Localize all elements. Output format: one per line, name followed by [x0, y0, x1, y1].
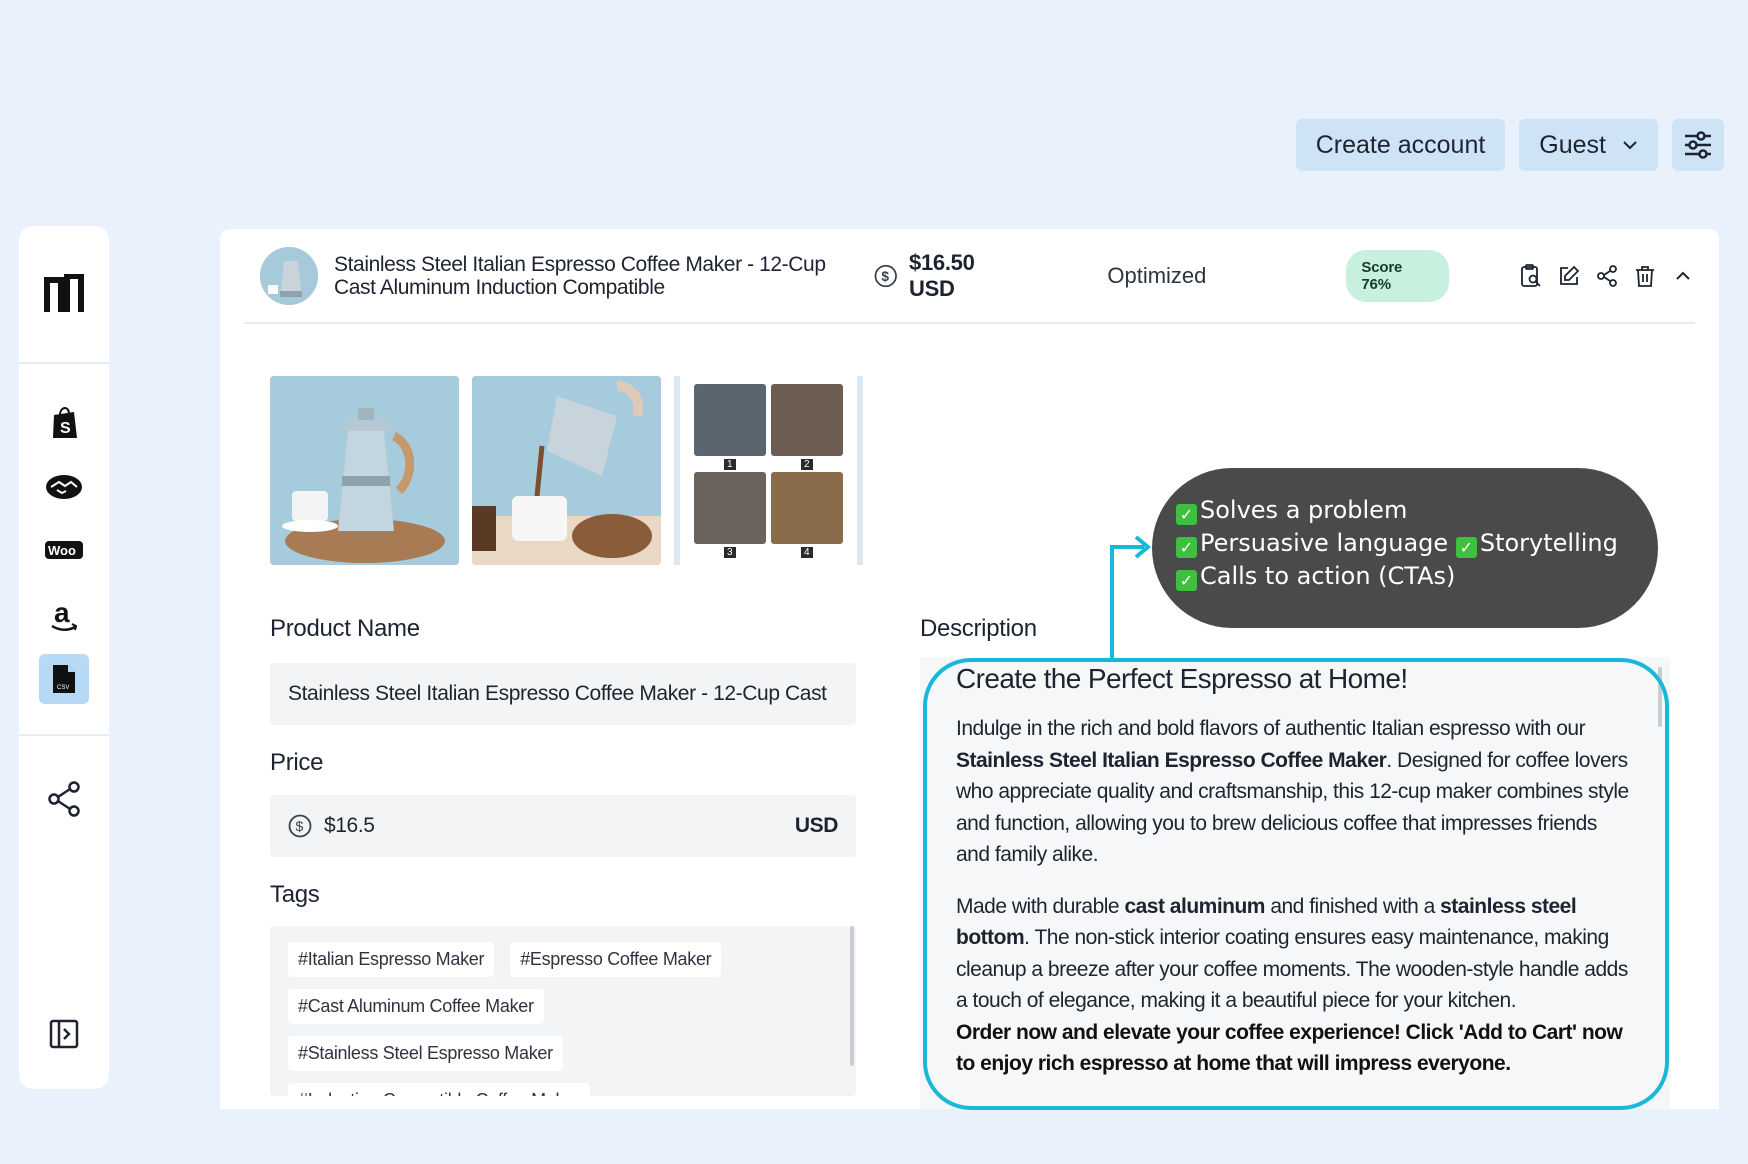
product-panel: Stainless Steel Italian Espresso Coffee …: [220, 229, 1719, 1109]
collage-cell: 2: [771, 384, 843, 470]
currency-label: USD: [794, 814, 839, 837]
tags-list: #Italian Espresso Maker #Espresso Coffee…: [288, 942, 808, 1096]
guest-dropdown[interactable]: Guest: [1519, 119, 1658, 171]
score-badge: Score 76%: [1346, 249, 1450, 302]
header-price-value: $16.50 USD: [909, 249, 975, 301]
tags-label: Tags: [270, 881, 320, 908]
sliders-icon: [1685, 131, 1711, 159]
create-account-button[interactable]: Create account: [1295, 119, 1506, 171]
chevron-down-icon: [1623, 141, 1637, 150]
description-paragraph-1: Indulge in the rich and bold flavors of …: [956, 717, 1629, 866]
svg-text:$: $: [296, 818, 304, 834]
header-price: $ $16.50 USD: [874, 250, 1024, 302]
settings-sliders-button[interactable]: [1672, 119, 1724, 171]
share-button[interactable]: [1595, 264, 1619, 288]
description-cta: Order now and elevate your coffee experi…: [956, 1020, 1623, 1076]
sidebar-item-shopify[interactable]: S: [39, 398, 89, 448]
checkmark-icon: ✓: [1455, 537, 1477, 558]
edit-icon: [1560, 265, 1580, 285]
sidebar-collapse-button[interactable]: [39, 1009, 89, 1059]
dollar-circle-icon: $: [874, 264, 897, 287]
description-heading: Create the Perfect Espresso at Home!: [956, 663, 1408, 694]
clipboard-search-icon: [1521, 263, 1541, 287]
description-paragraph-2: Made with durable cast aluminum and fini…: [956, 894, 1628, 1013]
svg-text:S: S: [60, 420, 71, 437]
callout-arrow: [1110, 535, 1152, 659]
product-gallery: 1 2 3 4: [270, 376, 863, 565]
description-editor[interactable]: Create the Perfect Espresso at Home! Ind…: [920, 657, 1670, 1109]
sidebar-item-woocommerce[interactable]: Woo: [39, 526, 89, 576]
top-bar: Create account Guest: [1295, 119, 1724, 171]
callout-line-3: ✓ Calls to action (CTAs): [1176, 560, 1634, 593]
description-scrollbar[interactable]: [1658, 667, 1662, 727]
panel-expand-icon: [49, 1019, 79, 1049]
collage-step-number: 3: [724, 547, 736, 558]
tag-chip[interactable]: #Cast Aluminum Coffee Maker: [288, 989, 544, 1024]
sidebar-item-share[interactable]: [39, 774, 89, 824]
price-value: $16.5: [324, 814, 375, 837]
description-label: Description: [920, 615, 1037, 642]
svg-text:Woo: Woo: [48, 543, 76, 558]
product-image-1[interactable]: [270, 376, 459, 565]
checkmark-icon: ✓: [1176, 570, 1197, 591]
review-button[interactable]: [1519, 263, 1543, 288]
tag-chip[interactable]: #Italian Espresso Maker: [288, 942, 495, 977]
tag-chip[interactable]: #Stainless Steel Espresso Maker: [288, 1036, 563, 1071]
amazon-icon: a: [51, 598, 78, 631]
edit-button[interactable]: [1557, 264, 1581, 288]
logo-icon: [44, 274, 84, 312]
callout-line-1: ✓ Solves a problem: [1176, 494, 1634, 527]
delete-button[interactable]: [1633, 264, 1657, 288]
checkmark-icon: ✓: [1176, 504, 1197, 525]
collage-cell: 1: [694, 384, 766, 470]
product-header[interactable]: Stainless Steel Italian Espresso Coffee …: [244, 229, 1695, 324]
collage-step-number: 2: [801, 459, 813, 470]
share-icon: [1597, 264, 1617, 287]
collage-step-number: 4: [801, 547, 813, 558]
sidebar-item-handshake[interactable]: [39, 462, 89, 512]
product-thumbnail: [260, 246, 318, 305]
price-label: Price: [270, 749, 324, 776]
sidebar: S Woo a CSV: [19, 226, 109, 1089]
tags-scrollbar[interactable]: [850, 926, 854, 1066]
svg-text:a: a: [54, 598, 70, 628]
shopify-icon: S: [53, 406, 77, 438]
sidebar-share-section: [39, 736, 89, 824]
product-name-input[interactable]: Stainless Steel Italian Espresso Coffee …: [270, 663, 856, 725]
handshake-icon: [46, 475, 82, 499]
app-logo[interactable]: [19, 226, 109, 364]
product-image-3-collage[interactable]: 1 2 3 4: [674, 376, 863, 565]
tag-chip[interactable]: #Espresso Coffee Maker: [510, 942, 722, 977]
svg-text:CSV: CSV: [57, 685, 69, 691]
checkmark-icon: ✓: [1176, 537, 1197, 558]
sidebar-integrations: S Woo a CSV: [19, 364, 109, 736]
product-title: Stainless Steel Italian Espresso Coffee …: [334, 252, 826, 299]
product-name-label: Product Name: [270, 615, 420, 642]
collage-cell: 4: [771, 472, 843, 558]
collage-step-number: 1: [724, 459, 736, 470]
woo-icon: Woo: [45, 541, 83, 559]
dollar-circle-icon: $: [288, 814, 312, 838]
collage-cell: 3: [694, 472, 766, 558]
feature-callout: ✓ Solves a problem ✓ Persuasive language ✓…: [1152, 468, 1658, 628]
collapse-button[interactable]: [1671, 264, 1695, 288]
callout-line-2: ✓ Persuasive language ✓ Storytelling: [1176, 527, 1634, 560]
sidebar-item-amazon[interactable]: a: [39, 590, 89, 640]
price-input[interactable]: $ $16.5 USD: [270, 795, 856, 857]
csv-file-icon: CSV: [53, 665, 75, 693]
share-icon: [48, 781, 80, 817]
tags-box[interactable]: #Italian Espresso Maker #Espresso Coffee…: [270, 926, 856, 1096]
trash-icon: [1636, 265, 1655, 287]
guest-label: Guest: [1539, 130, 1606, 159]
product-image-2[interactable]: [472, 376, 661, 565]
product-actions: [1519, 263, 1695, 288]
svg-text:$: $: [881, 268, 889, 283]
chevron-up-icon: [1676, 271, 1690, 280]
tag-chip[interactable]: #Induction Compatible Coffee Maker: [288, 1083, 590, 1096]
sidebar-item-csv[interactable]: CSV: [39, 654, 89, 704]
optimization-status: Optimized: [1107, 262, 1207, 288]
